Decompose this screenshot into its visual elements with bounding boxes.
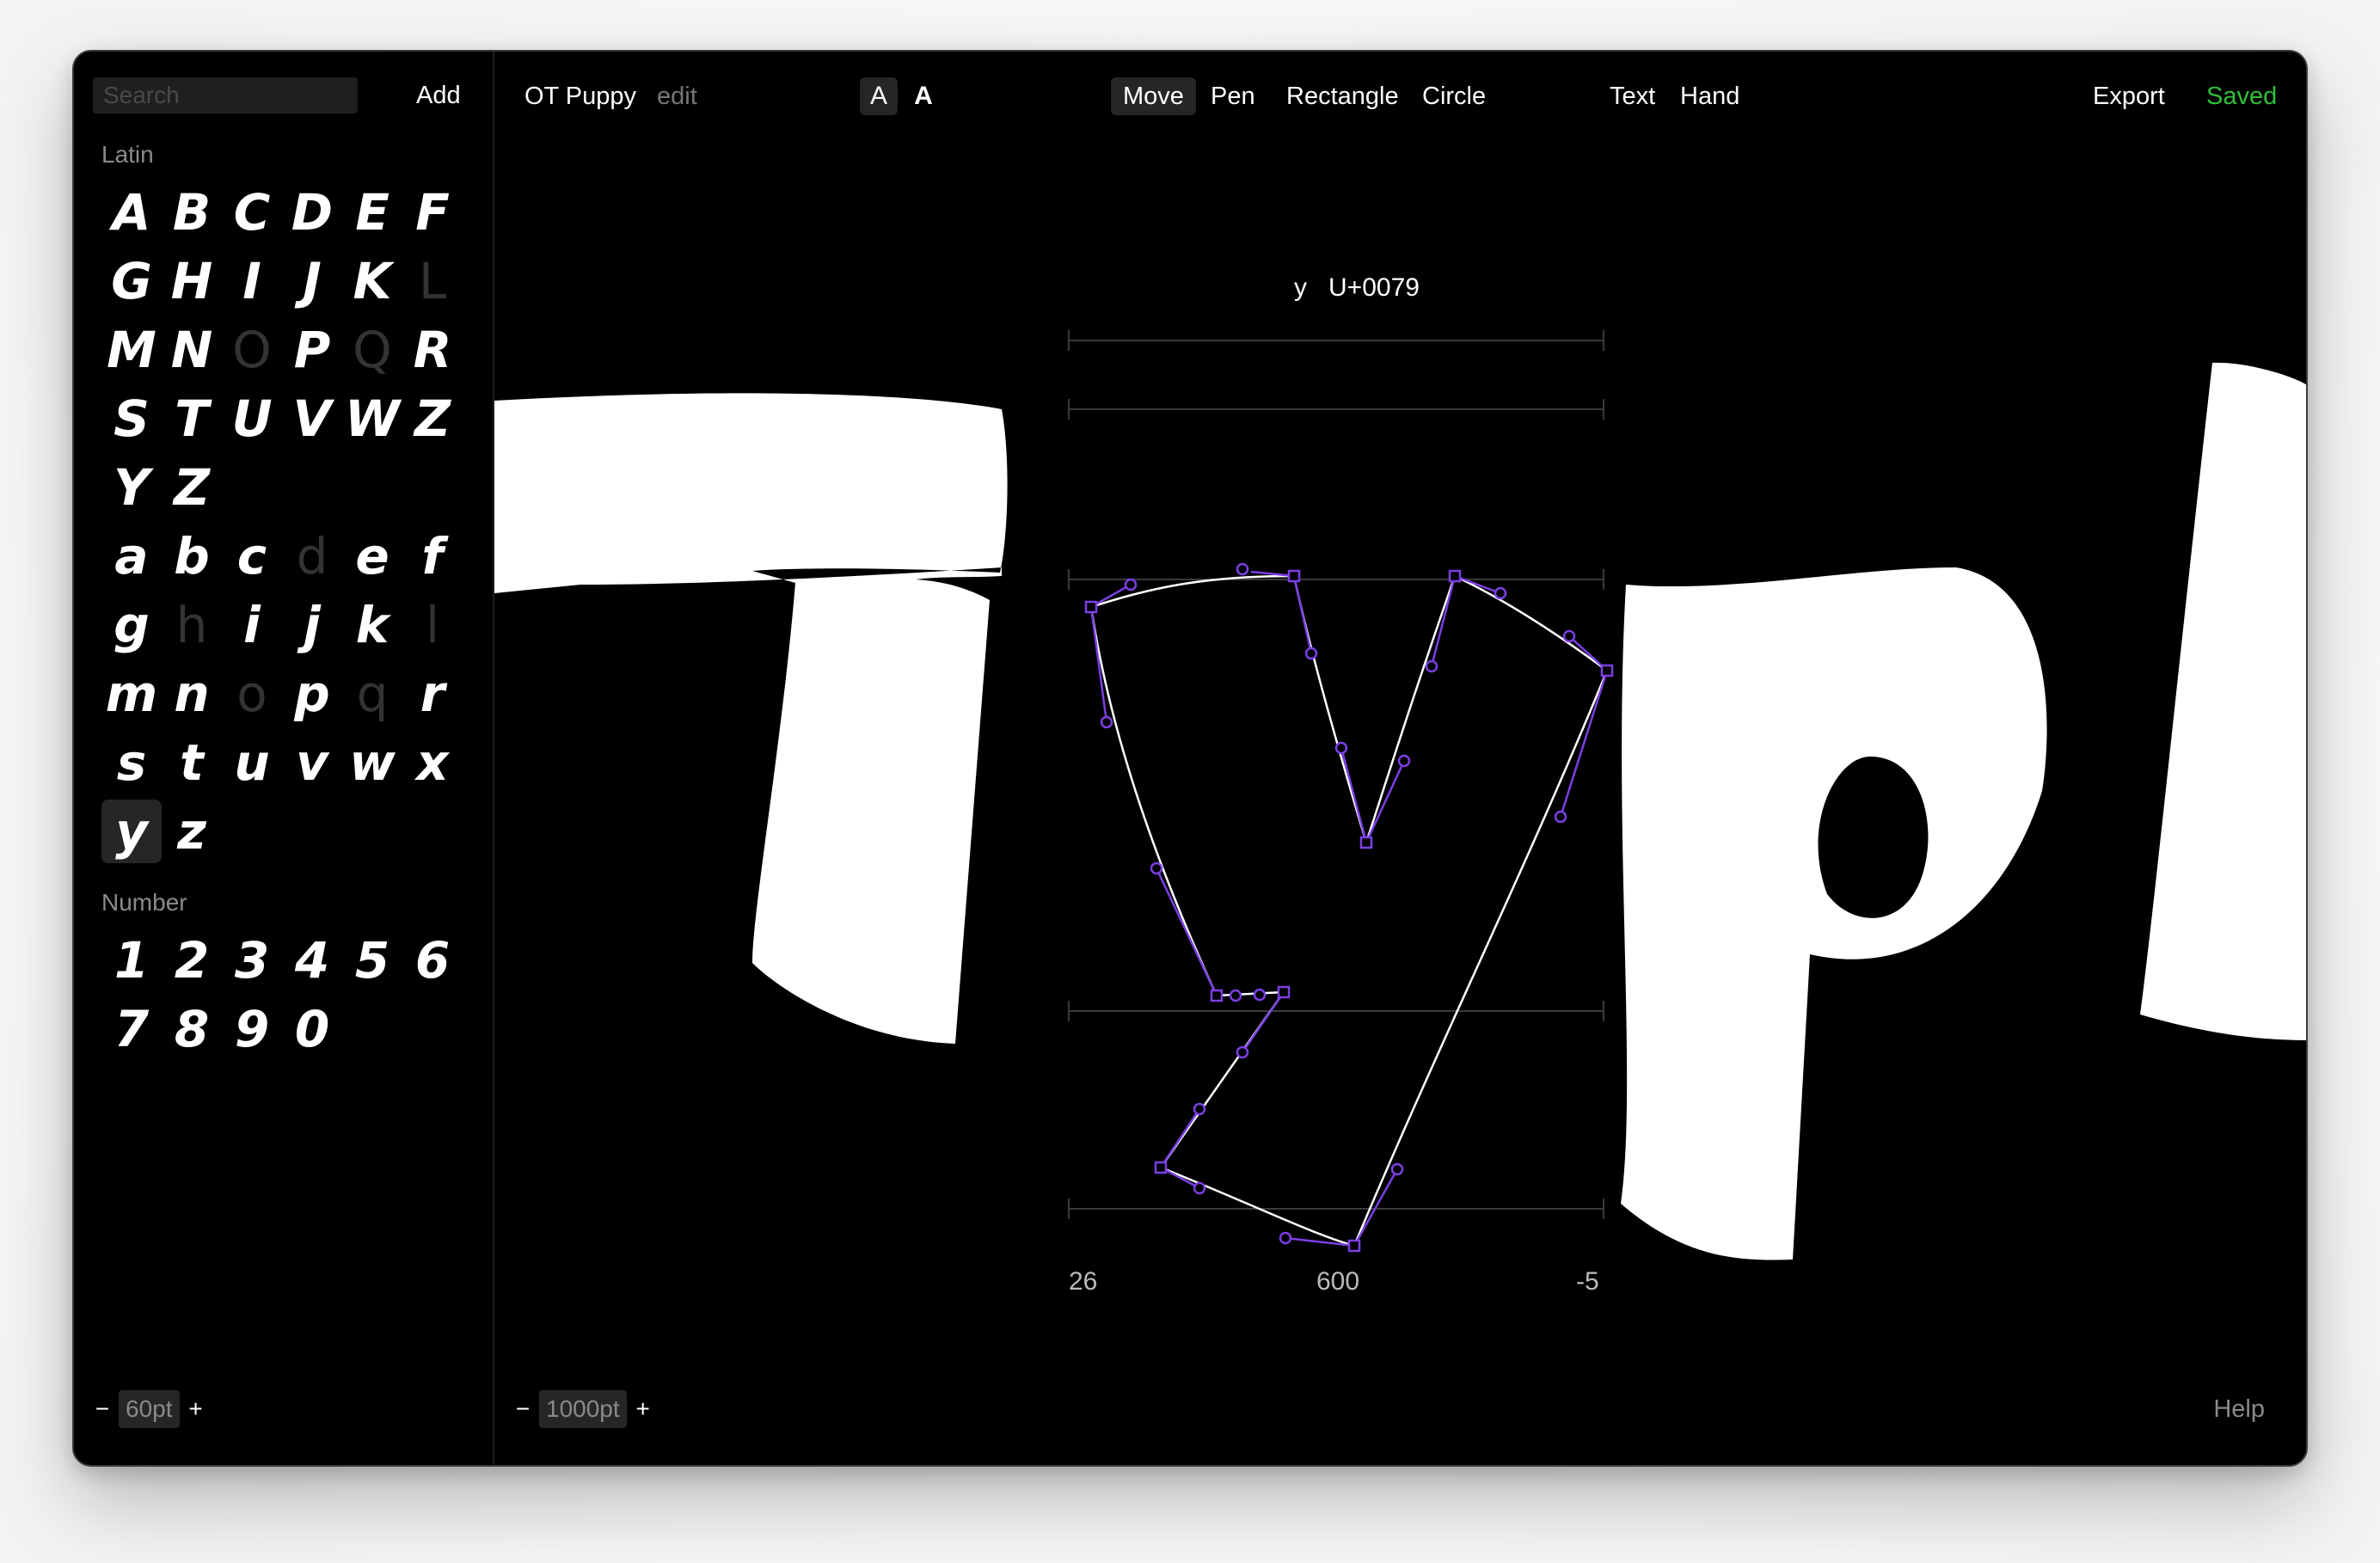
preview-letter-T [494,393,1008,1044]
glyph-cell[interactable]: Z [162,456,222,519]
anchor-points [1084,569,1614,1253]
canvas-zoom-control: −1000pt + [512,1390,654,1428]
search-input[interactable] [93,77,358,113]
glyph-cell[interactable]: F [402,181,463,244]
left-bearing-value[interactable]: 26 [1069,1267,1097,1296]
sidebar-zoom-out-button[interactable]: − [91,1390,113,1428]
canvas-drawing[interactable] [494,52,2308,1467]
glyph-cell[interactable]: j [282,593,342,657]
glyph-cell[interactable]: G [101,249,162,313]
glyph-cell[interactable]: 3 [222,929,282,992]
sidebar-zoom-in-button[interactable]: + [185,1390,207,1428]
guide-line-baseline [1068,1001,1604,1021]
glyph-cell[interactable]: x [402,731,463,794]
preview-text-shapes [494,362,2306,1260]
preview-letter-p [1621,567,2047,1260]
glyph-cell[interactable]: J [282,249,342,313]
glyph-canvas[interactable]: y U+0079 26 600 -5 −1000pt + Help [494,52,2306,1465]
glyph-cell[interactable]: Y [101,456,162,519]
glyph-cell[interactable]: l [402,593,463,657]
glyph-cell[interactable]: T [162,387,222,451]
glyph-cell[interactable]: v [282,731,342,794]
glyph-title: y U+0079 [1294,273,1420,303]
glyph-cell[interactable]: h [162,593,222,657]
add-button[interactable]: Add [416,77,461,113]
glyph-cell[interactable]: u [222,731,282,794]
glyph-cell[interactable]: B [162,181,222,244]
glyph-cell[interactable]: A [101,181,162,244]
glyph-cell[interactable]: 6 [402,929,463,992]
glyph-cell[interactable]: 7 [101,997,162,1061]
glyph-cell[interactable]: W [342,387,402,451]
glyph-cell[interactable]: t [162,731,222,794]
control-handles [1089,570,1609,1247]
glyph-cell[interactable]: i [222,593,282,657]
glyph-cell[interactable]: p [282,662,342,726]
glyph-cell[interactable]: 2 [162,929,222,992]
glyph-cell[interactable]: 9 [222,997,282,1061]
guide-line-cap-height [1068,399,1604,420]
guide-line-descender [1068,1198,1604,1219]
glyph-cell[interactable]: o [222,662,282,726]
glyph-cell[interactable]: L [402,249,463,313]
glyph-cell[interactable]: m [101,662,162,726]
glyph-cell[interactable]: K [342,249,402,313]
glyph-cell[interactable]: Q [342,318,402,382]
glyph-cell[interactable]: f [402,524,463,588]
glyph-cell[interactable]: I [222,249,282,313]
glyph-cell[interactable]: D [282,181,342,244]
glyph-cell[interactable]: V [282,387,342,451]
canvas-zoom-value[interactable]: 1000pt [539,1390,627,1428]
glyph-contour [1089,574,1609,1247]
glyph-cell[interactable]: d [282,524,342,588]
glyph-cell[interactable]: C [222,181,282,244]
glyph-cell[interactable]: w [342,731,402,794]
glyph-cell[interactable]: 0 [282,997,342,1061]
help-button[interactable]: Help [2213,1390,2265,1428]
glyph-cell[interactable]: q [342,662,402,726]
sidebar-zoom-value[interactable]: 60pt [119,1390,180,1428]
glyph-cell[interactable]: e [342,524,402,588]
glyph-cell[interactable]: N [162,318,222,382]
guide-line-ascender [1068,330,1604,351]
section-label-number: Number [101,889,187,916]
glyph-cell[interactable]: k [342,593,402,657]
glyph-cell[interactable]: 5 [342,929,402,992]
glyph-cell[interactable]: R [402,318,463,382]
section-label-latin: Latin [101,141,154,168]
glyph-cell[interactable]: 1 [101,929,162,992]
glyph-cell[interactable]: P [282,318,342,382]
glyph-cell[interactable]: U [222,387,282,451]
preview-letter-l [2140,362,2306,1040]
glyph-cell[interactable]: H [162,249,222,313]
canvas-zoom-in-button[interactable]: + [632,1390,654,1428]
glyph-cell[interactable]: Z [402,387,463,451]
glyph-cell[interactable]: r [402,662,463,726]
glyph-cell[interactable]: 8 [162,997,222,1061]
glyph-outline-y [1084,562,1614,1253]
glyph-cell[interactable]: s [101,731,162,794]
glyph-sidebar: Add Latin ABCDEFGHIJKLMNOPQRSTUVWZYZabcd… [74,52,494,1465]
glyph-cell[interactable]: n [162,662,222,726]
right-bearing-value[interactable]: -5 [1576,1267,1599,1296]
canvas-zoom-out-button[interactable]: − [512,1390,534,1428]
glyph-cell[interactable]: S [101,387,162,451]
glyph-title-code: U+0079 [1328,273,1420,302]
glyph-cell[interactable]: 4 [282,929,342,992]
glyph-cell[interactable]: E [342,181,402,244]
glyph-cell[interactable]: a [101,524,162,588]
glyph-cell[interactable]: b [162,524,222,588]
glyph-title-char: y [1294,273,1307,302]
advance-width-value[interactable]: 600 [1316,1267,1359,1296]
glyph-cell[interactable]: M [101,318,162,382]
metric-guides [1068,330,1604,1219]
sidebar-zoom-control: −60pt + [91,1390,207,1428]
guide-line-x-height [1068,569,1604,590]
glyph-cell[interactable]: c [222,524,282,588]
glyph-cell[interactable]: z [162,800,222,863]
app-window: Add Latin ABCDEFGHIJKLMNOPQRSTUVWZYZabcd… [72,50,2308,1467]
glyph-cell[interactable]: y [101,800,162,863]
glyph-cell[interactable]: g [101,593,162,657]
glyph-cell[interactable]: O [222,318,282,382]
